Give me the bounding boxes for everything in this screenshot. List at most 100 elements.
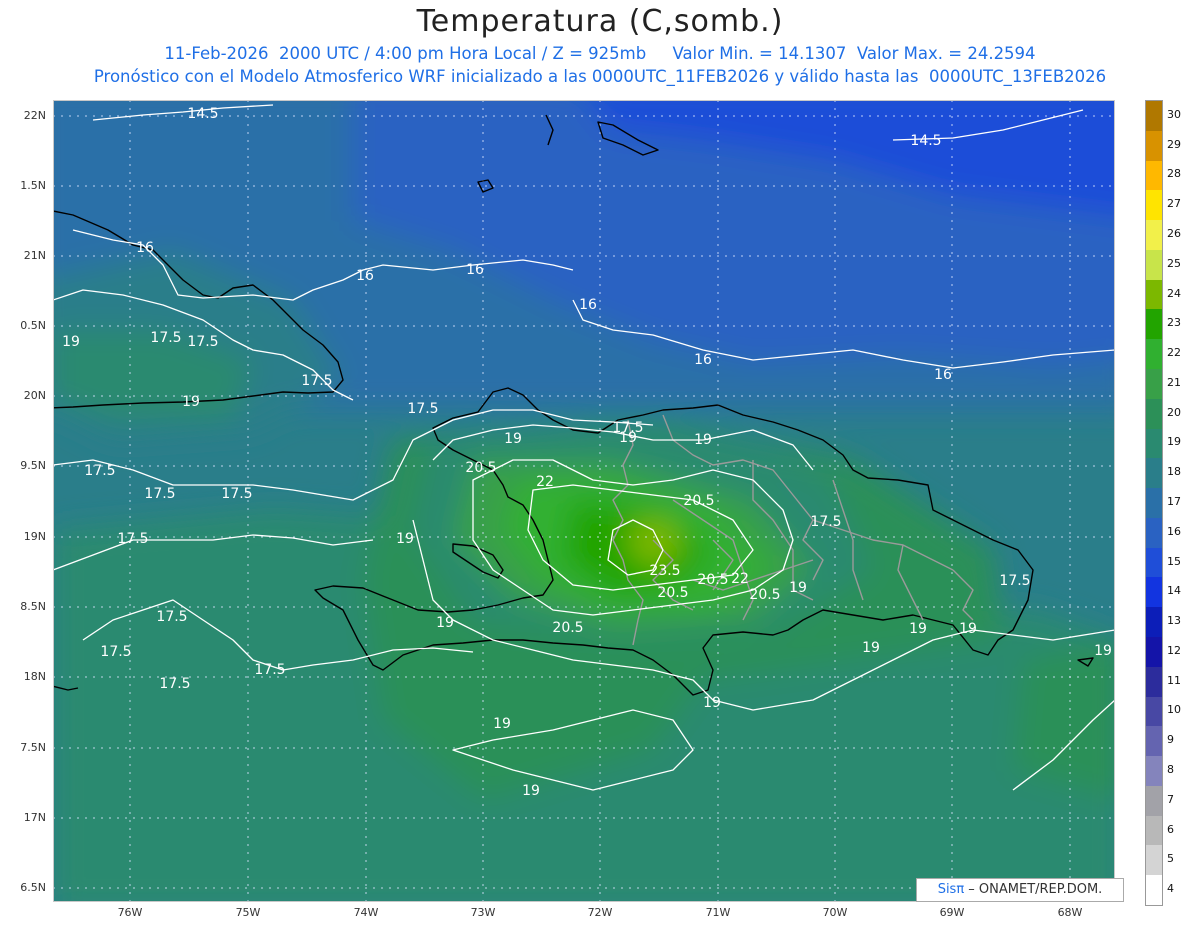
contour-label: 20.5 <box>749 587 780 603</box>
legend-label: 30 <box>1167 107 1181 121</box>
lat-label: 19N <box>23 530 46 543</box>
contour-label: 20.5 <box>552 620 583 636</box>
lon-label: 70W <box>822 906 848 919</box>
contour-label: 17.5 <box>84 463 115 479</box>
lat-label: 22N <box>23 109 46 122</box>
legend-label: 21 <box>1167 375 1181 389</box>
contour-label: 19 <box>522 783 540 799</box>
legend-label: 19 <box>1167 435 1181 449</box>
contour-label: 16 <box>934 367 952 383</box>
contour-label: 19 <box>1094 643 1112 659</box>
legend-label: 28 <box>1167 167 1181 181</box>
lat-label: 18N <box>23 670 46 683</box>
legend-label: 20 <box>1167 405 1181 419</box>
legend-bin <box>1146 815 1162 846</box>
legend-bin <box>1146 130 1162 161</box>
lon-label: 73W <box>470 906 496 919</box>
credit-organization: – ONAMET/REP.DOM. <box>964 882 1103 897</box>
contour-label: 16 <box>136 240 154 256</box>
contour-label: 17.5 <box>159 676 190 692</box>
lon-label: 69W <box>939 906 965 919</box>
contour-label: 17.5 <box>254 662 285 678</box>
contour-label: 19 <box>62 334 80 350</box>
legend-label: 8 <box>1167 763 1174 776</box>
lat-label: 17N <box>23 811 46 824</box>
contour-label: 17.5 <box>999 573 1030 589</box>
contour-label: 17.5 <box>301 373 332 389</box>
contour-label: 19 <box>182 394 200 410</box>
legend-label: 5 <box>1167 852 1174 866</box>
legend-bin <box>1146 488 1162 519</box>
contour-label: 17.5 <box>407 401 438 417</box>
legend-label: 23 <box>1167 316 1181 330</box>
contour-label: 19 <box>703 695 721 711</box>
legend-label: 16 <box>1167 524 1181 538</box>
legend-label: 29 <box>1167 137 1181 151</box>
legend-label: 11 <box>1167 673 1181 687</box>
model-info-line: Pronóstico con el Modelo Atmosferico WRF… <box>93 67 1107 86</box>
legend-label: 6 <box>1167 822 1174 836</box>
lon-label: 71W <box>705 906 731 919</box>
legend-bin <box>1146 160 1162 191</box>
contour-label: 20.5 <box>657 585 688 601</box>
legend-label: 15 <box>1167 554 1181 568</box>
contour-label: 19 <box>504 431 522 447</box>
contour-label: 17.5 <box>156 609 187 625</box>
legend-bin <box>1146 577 1162 608</box>
legend-label: 24 <box>1167 286 1181 300</box>
legend-bin <box>1146 726 1162 757</box>
lat-label: 7.5N <box>20 741 46 754</box>
forecast-time-line: 11-Feb-2026 2000 UTC / 4:00 pm Hora Loca… <box>164 44 1036 63</box>
legend-label: 27 <box>1167 197 1181 211</box>
lon-label: 74W <box>353 906 379 919</box>
contour-label: 23.5 <box>649 563 680 579</box>
contour-label: 20.5 <box>465 460 496 476</box>
legend-bin <box>1146 398 1162 429</box>
lat-label: 20N <box>23 389 46 402</box>
legend-label: 10 <box>1167 703 1181 717</box>
contour-label: 17.5 <box>810 514 841 530</box>
legend-bin <box>1146 339 1162 370</box>
legend-bin <box>1146 756 1162 787</box>
legend-label: 9 <box>1167 733 1174 747</box>
lat-label: 21N <box>23 249 46 262</box>
contour-label: 16 <box>694 352 712 368</box>
legend-bin <box>1146 547 1162 578</box>
contour-label: 19 <box>862 640 880 656</box>
legend-bin <box>1146 607 1162 638</box>
contour-label: 17.5 <box>150 330 181 346</box>
contour-label: 19 <box>436 615 454 631</box>
legend-bin <box>1146 637 1162 667</box>
lat-label: 8.5N <box>20 600 46 613</box>
sispi-logo: Sisπ <box>937 882 965 897</box>
contour-label: 17.5 <box>117 531 148 547</box>
lat-label: 6.5N <box>20 881 46 894</box>
legend-label: 22 <box>1167 346 1181 360</box>
legend-bin <box>1146 101 1162 131</box>
color-legend <box>1145 100 1163 906</box>
contour-label: 14.5 <box>187 106 218 122</box>
contour-label: 20.5 <box>697 572 728 588</box>
lat-label: 0.5N <box>20 319 46 332</box>
legend-bin <box>1146 845 1162 876</box>
contour-label: 17.5 <box>100 644 131 660</box>
contour-label: 16 <box>466 262 484 278</box>
legend-bin <box>1146 249 1162 280</box>
legend-bin <box>1146 696 1162 727</box>
legend-label: 25 <box>1167 256 1181 270</box>
contour-label: 17.5 <box>144 486 175 502</box>
contour-label: 16 <box>579 297 597 313</box>
lon-label: 76W <box>117 906 143 919</box>
legend-bin <box>1146 428 1162 459</box>
contour-label: 19 <box>694 432 712 448</box>
map-title: Temperatura (C,somb.) <box>416 4 784 39</box>
contour-label: 19 <box>619 430 637 446</box>
lat-label: 9.5N <box>20 459 46 472</box>
contour-label: 19 <box>959 621 977 637</box>
legend-bin <box>1146 875 1162 906</box>
contour-label: 17.5 <box>221 486 252 502</box>
legend-bin <box>1146 666 1162 697</box>
lon-label: 72W <box>587 906 613 919</box>
lon-label: 68W <box>1057 906 1083 919</box>
legend-bin <box>1146 785 1162 816</box>
